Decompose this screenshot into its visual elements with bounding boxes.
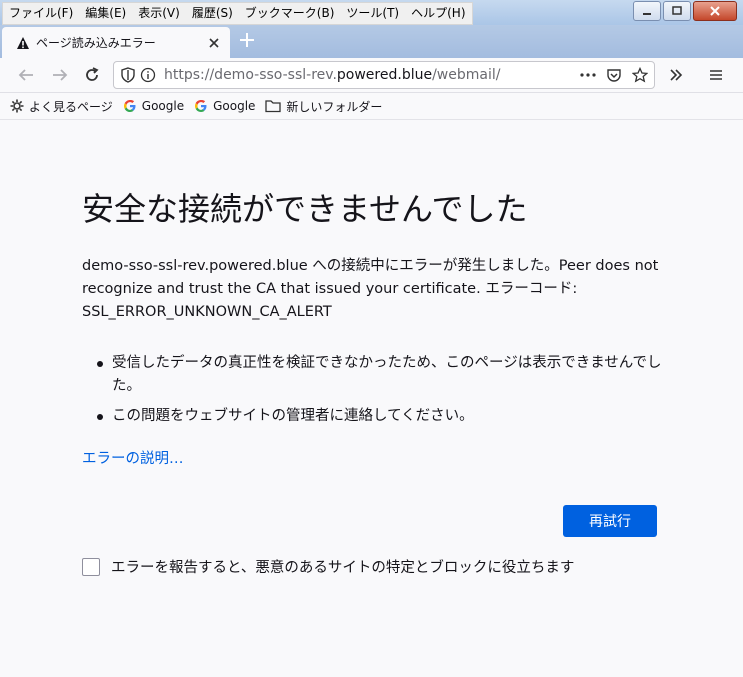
list-item: この問題をウェブサイトの管理者に連絡してください。: [97, 405, 670, 428]
bookmark-new-folder[interactable]: 新しいフォルダー: [265, 98, 382, 115]
list-item: 受信したデータの真正性を検証できなかったため、このページは表示できませんでした。: [97, 352, 670, 398]
window-controls: [633, 1, 737, 21]
tab-active[interactable]: ページ読み込みエラー: [2, 27, 230, 58]
warning-icon: [16, 36, 30, 50]
error-page: 安全な接続ができませんでした demo-sso-ssl-rev.powered.…: [0, 120, 743, 677]
folder-icon: [265, 99, 282, 113]
tab-strip: ページ読み込みエラー: [0, 25, 743, 58]
menu-file[interactable]: ファイル(F): [3, 3, 79, 24]
app-menu-button[interactable]: [704, 64, 728, 86]
url-suffix: /webmail/: [432, 67, 501, 83]
bookmark-most-visited[interactable]: よく見るページ: [10, 98, 113, 115]
shield-icon[interactable]: [118, 65, 138, 85]
tab-close-button[interactable]: [206, 35, 222, 51]
google-icon: [123, 99, 137, 113]
plus-icon: [240, 33, 254, 47]
bookmark-star-icon[interactable]: [630, 65, 650, 85]
error-description: demo-sso-ssl-rev.powered.blue への接続中にエラーが…: [82, 258, 659, 320]
page-actions-icon[interactable]: [578, 65, 598, 85]
overflow-button[interactable]: [664, 64, 688, 86]
bookmarks-toolbar: よく見るページ Google Google 新しいフォルダー: [0, 93, 743, 120]
back-button[interactable]: [14, 64, 38, 86]
bookmark-label: Google: [213, 99, 256, 113]
google-icon: [194, 99, 208, 113]
maximize-button[interactable]: [663, 1, 691, 21]
back-arrow-icon: [18, 69, 33, 81]
report-error-row: エラーを報告すると、悪意のあるサイトの特定とブロックに役立ちます: [82, 556, 574, 577]
hamburger-menu-icon: [710, 70, 722, 80]
chevron-double-right-icon: [670, 69, 683, 81]
close-icon: [209, 37, 219, 48]
title-bar: ファイル(F) 編集(E) 表示(V) 履歴(S) ブックマーク(B) ツール(…: [0, 0, 743, 27]
report-error-label[interactable]: エラーを報告すると、悪意のあるサイトの特定とブロックに役立ちます: [111, 556, 574, 577]
bookmark-google-2[interactable]: Google: [194, 99, 255, 113]
url-prefix: https://demo-sso-ssl-rev.: [164, 67, 337, 83]
learn-more-link[interactable]: エラーの説明…: [82, 447, 184, 468]
gear-icon: [10, 99, 24, 113]
url-domain: powered.blue: [336, 67, 433, 83]
url-bar[interactable]: https://demo-sso-ssl-rev.powered.blue/we…: [113, 61, 655, 89]
forward-button[interactable]: [48, 64, 72, 86]
close-window-button[interactable]: [693, 1, 737, 21]
reload-icon: [86, 67, 99, 81]
menu-bookmarks[interactable]: ブックマーク(B): [239, 3, 341, 24]
info-icon[interactable]: [138, 65, 158, 85]
maximize-icon: [672, 6, 682, 15]
retry-button[interactable]: 再試行: [563, 505, 657, 537]
minimize-button[interactable]: [633, 1, 661, 21]
new-tab-button[interactable]: [234, 29, 260, 55]
tab-title: ページ読み込みエラー: [36, 36, 156, 50]
menu-history[interactable]: 履歴(S): [186, 3, 239, 24]
navigation-toolbar: https://demo-sso-ssl-rev.powered.blue/we…: [0, 58, 743, 93]
menu-edit[interactable]: 編集(E): [79, 3, 132, 24]
bookmark-label: よく見るページ: [29, 99, 113, 114]
page-title: 安全な接続ができませんでした: [82, 190, 528, 228]
reload-button[interactable]: [80, 64, 104, 86]
forward-arrow-icon: [53, 69, 68, 81]
error-suggestions: 受信したデータの真正性を検証できなかったため、このページは表示できませんでした。…: [97, 352, 670, 435]
bookmark-label: 新しいフォルダー: [286, 99, 383, 114]
minimize-icon: [643, 13, 651, 15]
url-text[interactable]: https://demo-sso-ssl-rev.powered.blue/we…: [164, 67, 578, 83]
report-error-checkbox[interactable]: [82, 557, 100, 576]
bookmark-google-1[interactable]: Google: [123, 99, 184, 113]
close-icon: [710, 6, 720, 16]
bookmark-label: Google: [141, 99, 185, 113]
menu-help[interactable]: ヘルプ(H): [405, 3, 471, 24]
pocket-icon[interactable]: [604, 65, 624, 85]
menu-tools[interactable]: ツール(T): [340, 3, 405, 24]
browser-window: ファイル(F) 編集(E) 表示(V) 履歴(S) ブックマーク(B) ツール(…: [0, 0, 743, 677]
menu-bar: ファイル(F) 編集(E) 表示(V) 履歴(S) ブックマーク(B) ツール(…: [2, 2, 473, 25]
menu-view[interactable]: 表示(V): [132, 3, 186, 24]
